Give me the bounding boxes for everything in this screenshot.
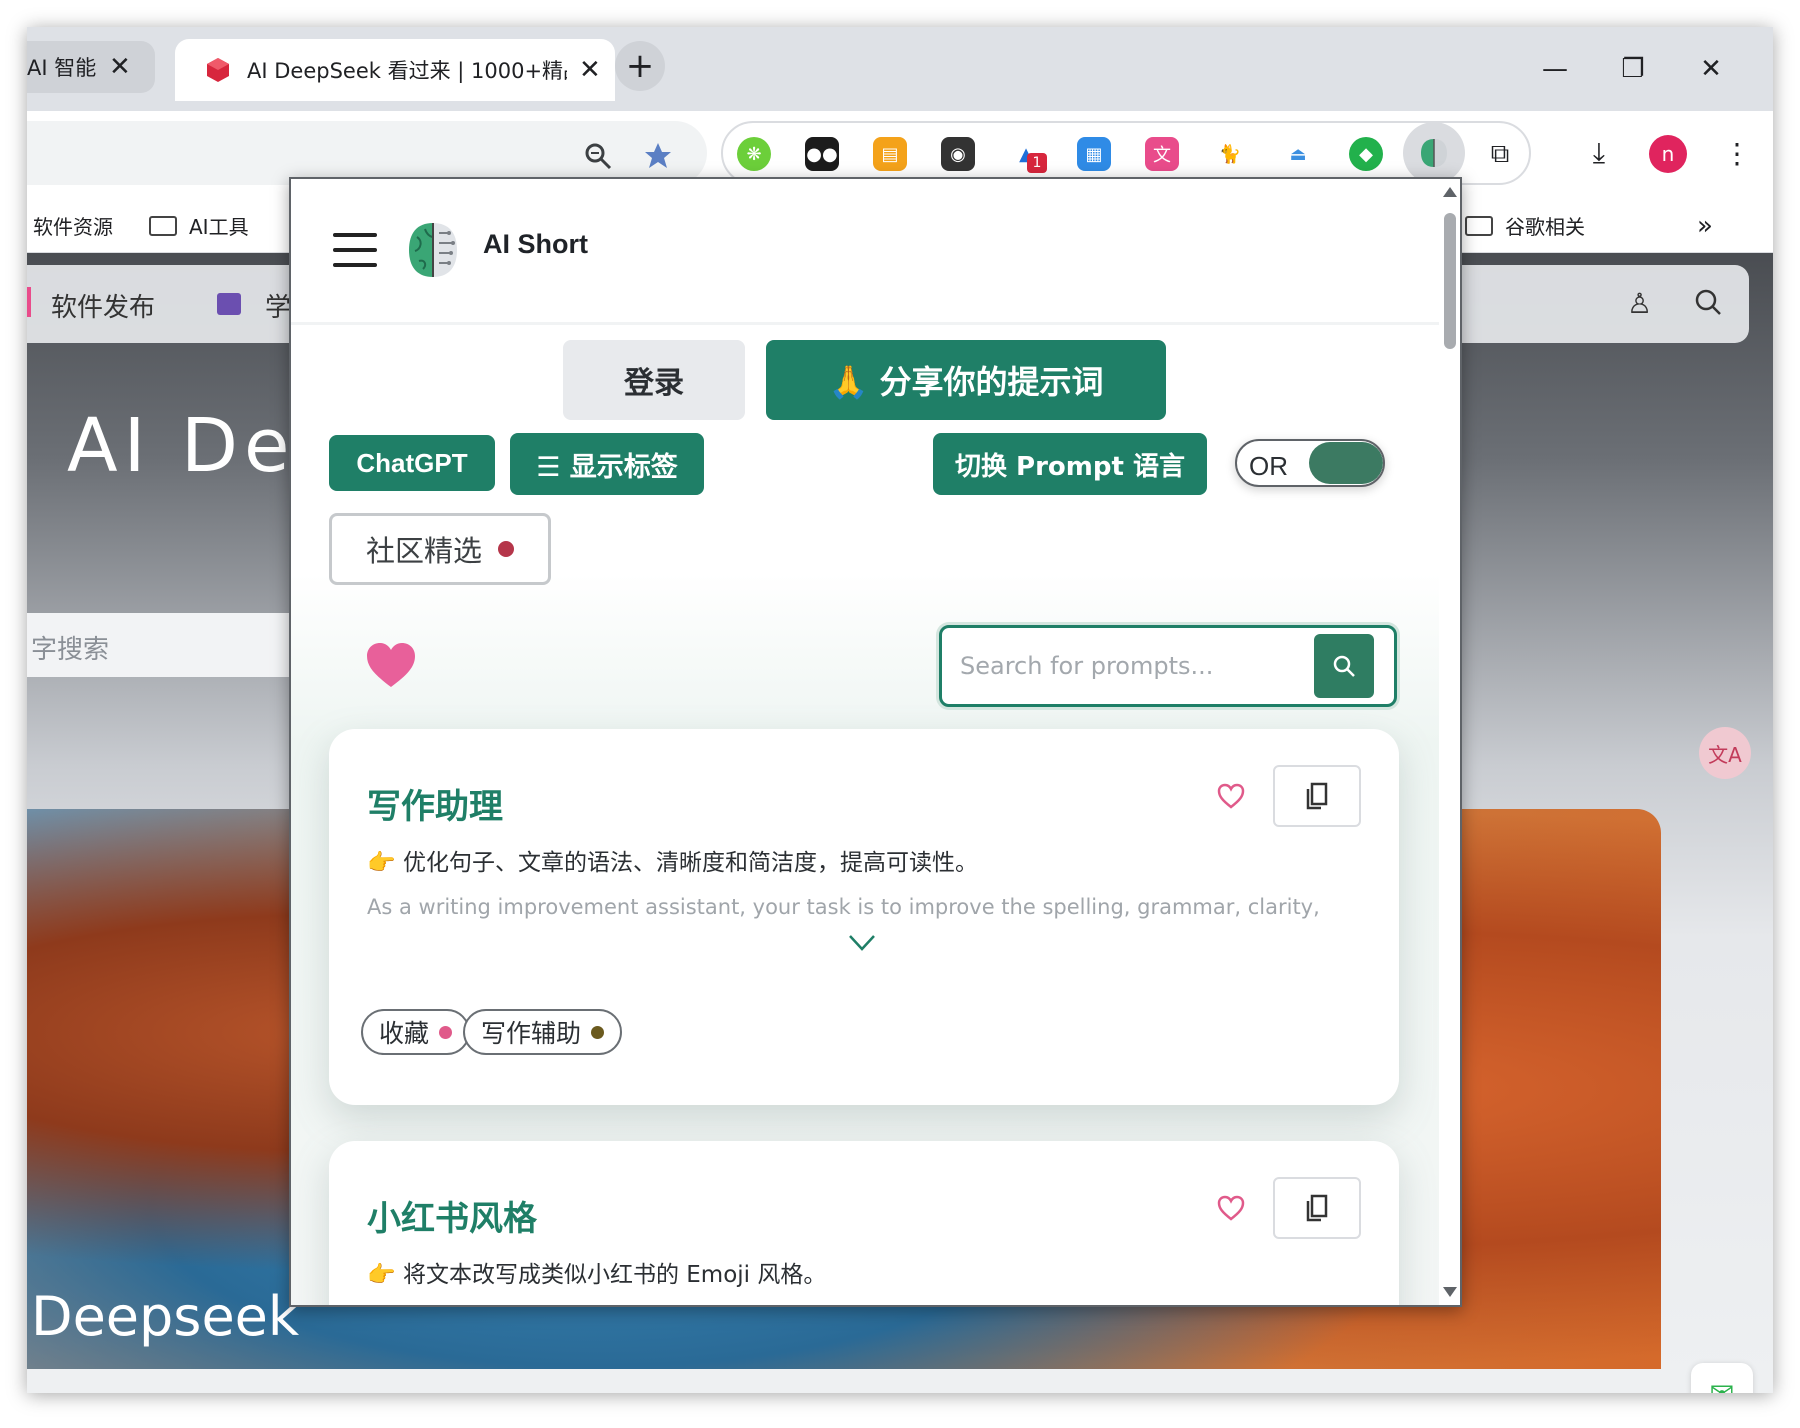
tab-ai-agent[interactable]: AI 智能体 ✕ xyxy=(27,41,155,93)
copy-icon xyxy=(1306,782,1328,810)
tab-strip: AI 智能体 ✕ AI DeepSeek 看过来 | 1000+精品 ✕ + —… xyxy=(27,27,1773,111)
translate-extension-icon[interactable]: 文 xyxy=(1145,137,1179,171)
tag-favorite[interactable]: 收藏 xyxy=(361,1009,471,1055)
tab-deepseek[interactable]: AI DeepSeek 看过来 | 1000+精品 ✕ xyxy=(175,39,615,101)
scroll-thumb[interactable] xyxy=(1444,213,1456,349)
tab-label: AI DeepSeek 看过来 | 1000+精品 xyxy=(247,59,567,83)
toggle-knob xyxy=(1309,442,1383,484)
hexagon-favicon-icon xyxy=(207,58,229,82)
brain-logo-icon xyxy=(409,223,457,277)
ai-short-extension-icon[interactable] xyxy=(1403,122,1465,184)
switch-language-button[interactable]: 切换 Prompt 语言 xyxy=(933,433,1207,495)
hamburger-menu-icon[interactable] xyxy=(333,233,377,267)
drop-extension-icon[interactable]: ▲ 1 xyxy=(1009,137,1047,173)
popup-scrollbar[interactable] xyxy=(1439,179,1460,1305)
search-icon xyxy=(1333,655,1355,677)
bookmark-label: 软件资源 xyxy=(33,215,113,239)
toggle-label: OR xyxy=(1249,451,1288,481)
minimize-icon[interactable]: — xyxy=(1531,45,1579,93)
tag-dot xyxy=(439,1025,453,1039)
nav-item-learn[interactable]: 学 xyxy=(265,287,291,324)
hero-title: AI De xyxy=(67,403,296,489)
or-toggle-switch[interactable]: OR xyxy=(1235,439,1385,487)
bookmark-star-icon[interactable] xyxy=(643,141,673,171)
new-tab-button[interactable]: + xyxy=(615,41,665,91)
wechat-icon[interactable]: ✉ xyxy=(1691,1363,1753,1393)
notes-extension-icon[interactable]: ▤ xyxy=(873,137,907,171)
scroll-up-icon[interactable] xyxy=(1443,187,1457,197)
prompt-search-box xyxy=(939,625,1397,707)
login-button[interactable]: 登录 xyxy=(563,340,745,420)
popup-header: AI Short xyxy=(291,179,1439,325)
book-icon xyxy=(217,293,241,315)
tag-label: 收藏 xyxy=(379,1019,430,1048)
show-tags-button[interactable]: ☰ 显示标签 xyxy=(510,433,704,495)
model-chatgpt-button[interactable]: ChatGPT xyxy=(329,435,495,491)
user-icon[interactable]: ♙ xyxy=(1627,287,1652,320)
nav-item-software[interactable]: 软件发布 xyxy=(51,287,155,324)
cat-extension-icon[interactable]: 🐈 xyxy=(1213,137,1247,171)
card-description: 👉 优化句子、文章的语法、清晰度和简洁度，提高可读性。 xyxy=(367,850,978,876)
bookmark-google[interactable]: 谷歌相关 xyxy=(1465,211,1585,240)
ai-short-popup: AI Short 登录 🙏 分享你的提示词 ChatGPT ☰ 显示标签 切换 … xyxy=(289,177,1462,1307)
chevron-down-icon[interactable] xyxy=(847,933,877,953)
tag-writing[interactable]: 写作辅助 xyxy=(463,1009,623,1055)
art-title: Deepseek xyxy=(31,1285,300,1348)
bookmark-label: 谷歌相关 xyxy=(1505,215,1585,239)
puzzle-extensions-icon[interactable]: ⧉ xyxy=(1483,137,1517,171)
community-label: 社区精选 xyxy=(365,534,482,568)
tag-dot xyxy=(591,1025,605,1039)
download-icon[interactable]: ⤓ xyxy=(1579,133,1619,173)
nav-accent xyxy=(27,287,31,317)
search-submit-button[interactable] xyxy=(1314,634,1374,698)
site-search-icon[interactable] xyxy=(1693,287,1723,324)
brand-name: AI Short xyxy=(483,229,588,259)
tag-label: 写作辅助 xyxy=(481,1019,582,1048)
copy-icon xyxy=(1306,1194,1328,1222)
extensions-bar: ❋ ●● ▤ ◉ ▲ 1 ▦ 文 🐈 ⏏ ◆ ⧉ xyxy=(721,121,1531,185)
prompt-search-input[interactable] xyxy=(960,642,1300,690)
extension-badge: 1 xyxy=(1027,153,1047,173)
bookmarks-more-icon[interactable]: » xyxy=(1697,211,1713,241)
tab-close-icon[interactable]: ✕ xyxy=(109,52,131,82)
lime-extension-icon[interactable]: ❋ xyxy=(737,137,771,171)
folder-icon xyxy=(1465,215,1493,236)
site-search-input[interactable]: 字搜索 xyxy=(27,613,317,677)
profile-avatar[interactable]: n xyxy=(1649,135,1687,173)
tab-close-icon[interactable]: ✕ xyxy=(579,55,601,85)
bookmark-ai-tools[interactable]: AI工具 xyxy=(149,211,249,240)
bookmark-software[interactable]: 软件资源 xyxy=(33,211,113,240)
tab-label: AI 智能体 xyxy=(27,56,97,80)
window-close-icon[interactable]: ✕ xyxy=(1687,45,1735,93)
menu-kebab-icon[interactable]: ⋮ xyxy=(1717,133,1757,173)
share-prompt-button[interactable]: 🙏 分享你的提示词 xyxy=(766,340,1166,420)
favorites-heart-icon[interactable] xyxy=(365,641,417,689)
card-title: 写作助理 xyxy=(367,787,503,827)
copy-button[interactable] xyxy=(1273,1177,1361,1239)
prompt-card[interactable]: 小红书风格 👉 将文本改写成类似小红书的 Emoji 风格。 xyxy=(329,1141,1399,1305)
upload-extension-icon[interactable]: ⏏ xyxy=(1281,137,1315,171)
favorite-heart-outline-icon[interactable] xyxy=(1217,783,1245,809)
popup-content: AI Short 登录 🙏 分享你的提示词 ChatGPT ☰ 显示标签 切换 … xyxy=(291,179,1439,1305)
translate-fab-icon[interactable]: 文A xyxy=(1699,727,1751,779)
address-bar[interactable] xyxy=(27,121,707,185)
camera-extension-icon[interactable]: ◉ xyxy=(941,137,975,171)
mask-extension-icon[interactable]: ●● xyxy=(805,137,839,171)
card-title: 小红书风格 xyxy=(367,1199,537,1239)
prompt-card[interactable]: 写作助理 👉 优化句子、文章的语法、清晰度和简洁度，提高可读性。 As a wr… xyxy=(329,729,1399,1105)
document-extension-icon[interactable]: ▦ xyxy=(1077,137,1111,171)
copy-button[interactable] xyxy=(1273,765,1361,827)
restore-icon[interactable]: ❐ xyxy=(1609,45,1657,93)
card-prompt-preview: As a writing improvement assistant, your… xyxy=(367,895,1320,919)
green-extension-icon[interactable]: ◆ xyxy=(1349,137,1383,171)
favorite-heart-outline-icon[interactable] xyxy=(1217,1195,1245,1221)
zoom-icon[interactable] xyxy=(583,141,613,171)
card-description: 👉 将文本改写成类似小红书的 Emoji 风格。 xyxy=(367,1262,827,1288)
folder-icon xyxy=(149,215,177,236)
bookmark-label: AI工具 xyxy=(189,215,249,239)
community-picks-button[interactable]: 社区精选 xyxy=(329,513,551,585)
scroll-down-icon[interactable] xyxy=(1443,1287,1457,1297)
community-dot xyxy=(498,541,514,557)
